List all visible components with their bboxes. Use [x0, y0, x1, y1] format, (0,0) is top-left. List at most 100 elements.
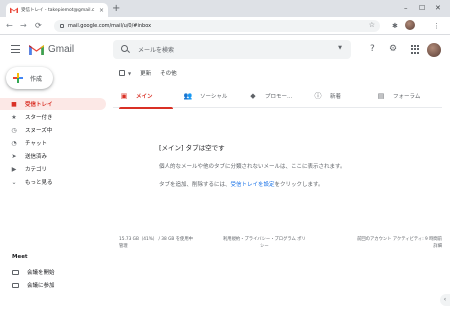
empty-instructions: タブを追加、削除するには、受信トレイを設定をクリックします。 [159, 180, 439, 188]
url-text: mail.google.com/mail/u/0/#inbox [68, 23, 152, 29]
meet-section-title: Meet [12, 254, 28, 260]
inbox-icon: ■ [11, 100, 17, 108]
gmail-favicon-icon [10, 7, 18, 13]
chevron-down-icon: ⌄ [11, 178, 17, 186]
account-avatar[interactable] [427, 43, 441, 57]
omnibox[interactable]: mail.google.com/mail/u/0/#inbox ☆ [54, 20, 380, 32]
compose-plus-icon [13, 73, 23, 83]
keyboard-icon [12, 282, 19, 288]
tab-social[interactable]: 👥 ソーシャル [183, 84, 228, 108]
select-all-checkbox[interactable] [119, 70, 125, 76]
tab-primary[interactable]: ▣ メイン [119, 84, 172, 109]
sidebar-item-inbox[interactable]: ■ 受信トレイ [0, 98, 106, 110]
activity-details-link[interactable]: 詳細 [341, 243, 442, 250]
tab-updates[interactable]: ⓘ 新着 [313, 84, 342, 108]
sidebar-item-label: 送信済み [25, 154, 48, 160]
terms-privacy-link[interactable]: 利用規約・プライバシー [223, 237, 270, 242]
tab-label: フォーラム [393, 94, 421, 100]
inbox-settings-link[interactable]: 受信トレイを設定 [231, 182, 275, 188]
search-placeholder: メールを検索 [138, 47, 175, 54]
sidebar-item-label: カテゴリ [25, 167, 48, 173]
sidebar-item-categories[interactable]: ▶ カテゴリ [0, 163, 106, 175]
side-panel-toggle-icon[interactable]: ‹ [440, 294, 450, 306]
sidebar-item-more[interactable]: ⌄ もっと見る [0, 176, 106, 188]
storage-usage: 15.73 GB（41%） / 38 GB を使用中 [119, 237, 193, 242]
google-apps-icon[interactable] [411, 45, 420, 54]
compose-button[interactable]: 作成 [6, 67, 53, 89]
meet-item-label: 会議に参加 [27, 283, 55, 289]
main-menu-icon[interactable] [11, 45, 20, 53]
sidebar-item-starred[interactable]: ★ スター付き [0, 111, 106, 123]
sidebar-item-label: 受信トレイ [25, 102, 53, 108]
close-window-button[interactable]: ✕ [435, 1, 441, 15]
maximize-button[interactable]: ☐ [419, 1, 425, 15]
search-options-icon[interactable]: ▼ [338, 45, 342, 51]
footer-links: 利用規約・プライバシー・プログラム ポリ シー [223, 236, 306, 250]
send-icon: ➤ [11, 152, 17, 160]
tab-title: 受信トレイ - takepiemot@gmail.c [21, 8, 95, 13]
new-tab-button[interactable]: + [112, 2, 120, 16]
reload-icon[interactable]: ⟳ [35, 20, 42, 31]
minimize-button[interactable]: – [404, 1, 408, 15]
back-icon[interactable]: ← [6, 20, 13, 31]
instructions-text: タブを追加、削除するには、 [159, 182, 231, 188]
tab-label: ソーシャル [200, 94, 228, 100]
meet-start-meeting[interactable]: 会議を開始 [0, 266, 106, 278]
program-policy-link[interactable]: ・プログラム ポリ [270, 237, 306, 242]
sidebar-item-label: チャット [25, 141, 47, 147]
inbox-tab-icon: ▣ [120, 92, 128, 100]
chat-icon: ◔ [11, 139, 17, 147]
sidebar-item-sent[interactable]: ➤ 送信済み [0, 150, 106, 162]
extensions-puzzle-icon[interactable]: ✱ [392, 21, 398, 31]
account-activity: 前回のアカウント アクティビティ: 9 時間前 詳細 [341, 236, 442, 250]
tab-label: メイン [136, 94, 153, 100]
help-icon[interactable]: ? [370, 43, 375, 55]
mail-footer: 15.73 GB（41%） / 38 GB を使用中 管理 利用規約・プライバシ… [119, 236, 442, 250]
forum-icon: ▤ [377, 92, 385, 100]
empty-description: 個人的なメールや他のタブに分類されないメールは、ここに表示されます。 [159, 164, 346, 170]
forward-icon[interactable]: → [20, 20, 27, 31]
compose-label: 作成 [30, 75, 43, 83]
search-input[interactable]: メールを検索 ▼ [113, 40, 351, 59]
meet-item-label: 会議を開始 [27, 270, 55, 276]
storage-info: 15.73 GB（41%） / 38 GB を使用中 管理 [119, 236, 193, 250]
sidebar-item-label: もっと見る [25, 180, 53, 186]
address-bar: ← → ⟳ mail.google.com/mail/u/0/#inbox ☆ … [0, 17, 450, 35]
select-dropdown-icon[interactable]: ▼ [128, 71, 131, 76]
last-activity-text: 前回のアカウント アクティビティ: 9 時間前 [357, 237, 442, 242]
lock-icon [60, 24, 64, 28]
tab-close-icon[interactable]: × [99, 7, 104, 14]
gmail-brand-text: Gmail [48, 44, 75, 55]
category-tabs: ▣ メイン 👥 ソーシャル ◆ プロモー... ⓘ 新着 ▤ フォーラム [113, 84, 442, 109]
sidebar-item-label: スター付き [25, 115, 53, 121]
settings-gear-icon[interactable]: ⚙ [389, 43, 397, 55]
sidebar-item-snoozed[interactable]: ◷ スヌーズ中 [0, 124, 106, 136]
search-icon[interactable] [121, 45, 128, 52]
gmail-logo[interactable]: Gmail [29, 44, 74, 55]
video-camera-icon [12, 269, 19, 275]
meet-join-meeting[interactable]: 会議に参加 [0, 279, 106, 291]
browser-profile-avatar [405, 20, 415, 30]
browser-tab[interactable]: 受信トレイ - takepiemot@gmail.c × [6, 3, 108, 17]
instructions-text-end: をクリックします。 [274, 182, 324, 188]
program-policy-link-cont[interactable]: シー [223, 243, 306, 250]
tab-forums[interactable]: ▤ フォーラム [376, 84, 421, 108]
bookmark-star-icon[interactable]: ☆ [369, 21, 375, 29]
gmail-header: Gmail メールを検索 ▼ ? ⚙ [0, 35, 450, 64]
empty-title: [メイン] タブは空です [159, 144, 225, 152]
manage-storage-link[interactable]: 管理 [119, 243, 193, 250]
people-icon: 👥 [183, 92, 193, 100]
sidebar-item-label: スヌーズ中 [25, 128, 53, 134]
tab-promotions[interactable]: ◆ プロモー... [248, 84, 292, 108]
browser-tab-bar: 受信トレイ - takepiemot@gmail.c × + – ☐ ✕ [0, 0, 450, 17]
browser-menu-icon[interactable]: ⋮ [433, 21, 440, 31]
star-icon: ★ [11, 113, 17, 121]
empty-state: [メイン] タブは空です 個人的なメールや他のタブに分類されないメールは、ここに… [159, 142, 439, 188]
info-icon: ⓘ [314, 92, 322, 100]
refresh-button[interactable]: 更新 [140, 69, 151, 77]
more-button[interactable]: その他 [160, 69, 177, 77]
clock-icon: ◷ [11, 126, 17, 134]
tab-label: プロモー... [265, 94, 293, 100]
gmail-m-icon [29, 45, 44, 55]
sidebar-item-chat[interactable]: ◔ チャット [0, 137, 106, 149]
